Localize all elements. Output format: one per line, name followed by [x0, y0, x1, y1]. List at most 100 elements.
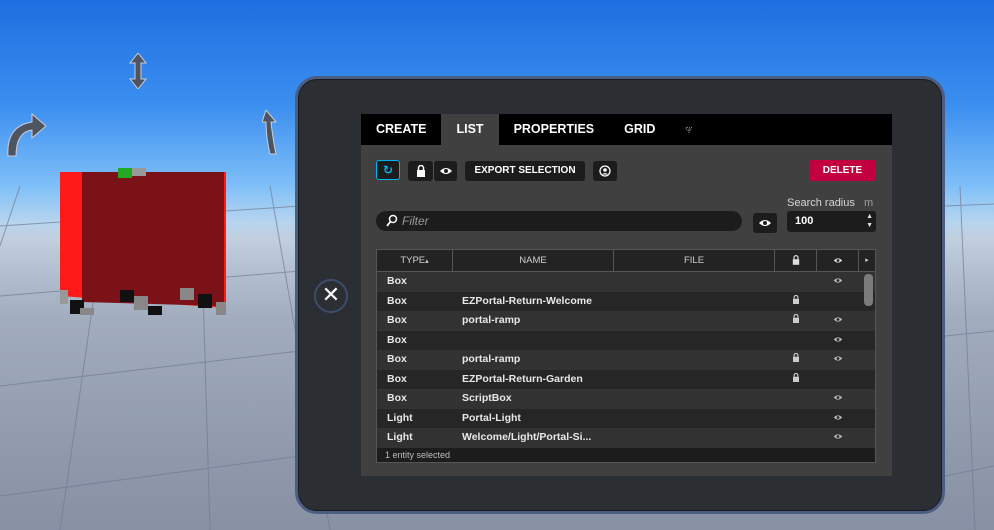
column-visible[interactable]	[817, 250, 859, 271]
row-lock-cell[interactable]	[775, 350, 817, 370]
eye-icon	[833, 275, 843, 287]
row-visible-cell[interactable]	[817, 428, 859, 448]
selected-cube[interactable]	[60, 168, 226, 315]
row-file	[614, 389, 775, 409]
row-type: Box	[387, 392, 407, 404]
eye-icon	[833, 431, 843, 443]
row-type: Light	[387, 431, 413, 443]
visibility-button[interactable]	[433, 161, 457, 181]
lock-icon	[792, 313, 800, 326]
refresh-button[interactable]: ↻	[376, 160, 400, 180]
rotate-left-icon[interactable]	[2, 112, 47, 163]
eye-icon	[833, 412, 843, 424]
tab-grid[interactable]: GRID	[609, 114, 670, 145]
table-row[interactable]: Box portal-ramp	[377, 350, 875, 370]
table-row[interactable]: Box	[377, 272, 875, 292]
eye-icon	[833, 392, 843, 404]
table-header: TYPE▴ NAME FILE ▸	[377, 250, 875, 272]
lock-icon	[792, 255, 799, 266]
tab-particles[interactable]	[670, 114, 708, 145]
lock-icon	[416, 164, 425, 177]
search-icon	[386, 214, 398, 227]
column-more-icon[interactable]: ▸	[859, 250, 875, 271]
row-name: Welcome/Light/Portal-Si...	[462, 431, 592, 443]
row-name: ScriptBox	[462, 392, 512, 404]
filter-input[interactable]: Filter	[376, 211, 742, 231]
row-lock-cell[interactable]	[775, 370, 817, 390]
eye-icon	[833, 334, 843, 346]
spin-down-icon[interactable]: ▼	[866, 221, 873, 230]
row-visible-cell[interactable]	[817, 350, 859, 370]
row-lock-cell[interactable]	[775, 428, 817, 448]
row-file	[614, 409, 775, 429]
table-row[interactable]: Box	[377, 330, 875, 351]
row-lock-cell[interactable]	[775, 292, 817, 312]
filter-visibility-button[interactable]	[753, 213, 777, 233]
row-type: Box	[387, 275, 407, 287]
column-file[interactable]: FILE	[614, 250, 775, 271]
row-name: portal-ramp	[462, 353, 521, 365]
export-selection-button[interactable]: EXPORT SELECTION	[465, 161, 585, 181]
delete-button[interactable]: DELETE	[809, 160, 876, 181]
row-visible-cell[interactable]	[817, 331, 859, 351]
filter-placeholder: Filter	[402, 214, 429, 228]
spin-up-icon[interactable]: ▲	[866, 212, 873, 221]
row-visible-cell[interactable]	[817, 311, 859, 331]
row-name	[453, 272, 614, 292]
table-row[interactable]: Box portal-ramp	[377, 311, 875, 331]
table-row[interactable]: Light Portal-Light	[377, 408, 875, 429]
row-type: Box	[387, 333, 407, 346]
particles-icon	[685, 126, 693, 133]
entity-table: TYPE▴ NAME FILE ▸ Box Box EZPortal-Return-…	[376, 249, 876, 463]
search-radius-unit: m	[864, 197, 874, 209]
table-row[interactable]: Box ScriptBox	[377, 389, 875, 409]
close-tablet-button[interactable]: ✕	[314, 279, 348, 313]
sort-asc-icon: ▴	[425, 258, 429, 265]
search-radius-input[interactable]: 100 ▲ ▼	[787, 211, 876, 232]
row-name: EZPortal-Return-Garden	[462, 372, 583, 385]
refresh-icon: ↻	[382, 163, 394, 177]
row-lock-cell[interactable]	[775, 272, 817, 292]
row-file	[614, 331, 775, 351]
row-visible-cell[interactable]	[817, 389, 859, 409]
lock-button[interactable]	[408, 161, 433, 181]
row-visible-cell[interactable]	[817, 370, 859, 390]
row-file	[614, 311, 775, 331]
move-vertical-icon[interactable]	[128, 52, 148, 94]
column-locked[interactable]	[775, 250, 817, 271]
radius-spinner[interactable]: ▲ ▼	[866, 212, 873, 230]
row-lock-cell[interactable]	[775, 331, 817, 351]
selection-status: 1 entity selected	[377, 448, 875, 462]
table-row[interactable]: Box EZPortal-Return-Garden	[377, 369, 875, 390]
row-visible-cell[interactable]	[817, 292, 859, 312]
row-name: Portal-Light	[462, 411, 521, 424]
user-icon	[599, 165, 611, 177]
eye-icon	[759, 220, 771, 226]
lock-icon	[792, 372, 800, 385]
eye-icon	[833, 258, 842, 263]
avatar-entities-button[interactable]	[593, 161, 617, 181]
row-file	[614, 292, 775, 312]
rotate-right-icon[interactable]	[261, 108, 278, 161]
row-type: Box	[387, 372, 407, 385]
search-radius-label: Search radius	[787, 197, 855, 209]
row-lock-cell[interactable]	[775, 311, 817, 331]
row-visible-cell[interactable]	[817, 272, 859, 292]
row-visible-cell[interactable]	[817, 409, 859, 429]
row-type: Box	[387, 314, 407, 326]
row-file	[614, 272, 775, 292]
row-name: EZPortal-Return-Welcome	[462, 294, 592, 307]
table-row[interactable]: Box EZPortal-Return-Welcome	[377, 291, 875, 312]
tab-properties[interactable]: PROPERTIES	[499, 114, 610, 145]
table-row[interactable]: Light Welcome/Light/Portal-Si...	[377, 428, 875, 448]
column-name[interactable]: NAME	[453, 250, 614, 271]
row-lock-cell[interactable]	[775, 409, 817, 429]
row-file	[614, 428, 775, 448]
column-type[interactable]: TYPE▴	[377, 250, 453, 271]
table-scrollbar[interactable]	[864, 274, 873, 306]
tab-create[interactable]: CREATE	[361, 114, 441, 145]
edit-tablet-screen: CREATE LIST PROPERTIES GRID ↻ EXPORT SEL…	[361, 114, 892, 476]
eye-icon	[833, 314, 843, 326]
tab-list[interactable]: LIST	[441, 114, 499, 145]
row-lock-cell[interactable]	[775, 389, 817, 409]
